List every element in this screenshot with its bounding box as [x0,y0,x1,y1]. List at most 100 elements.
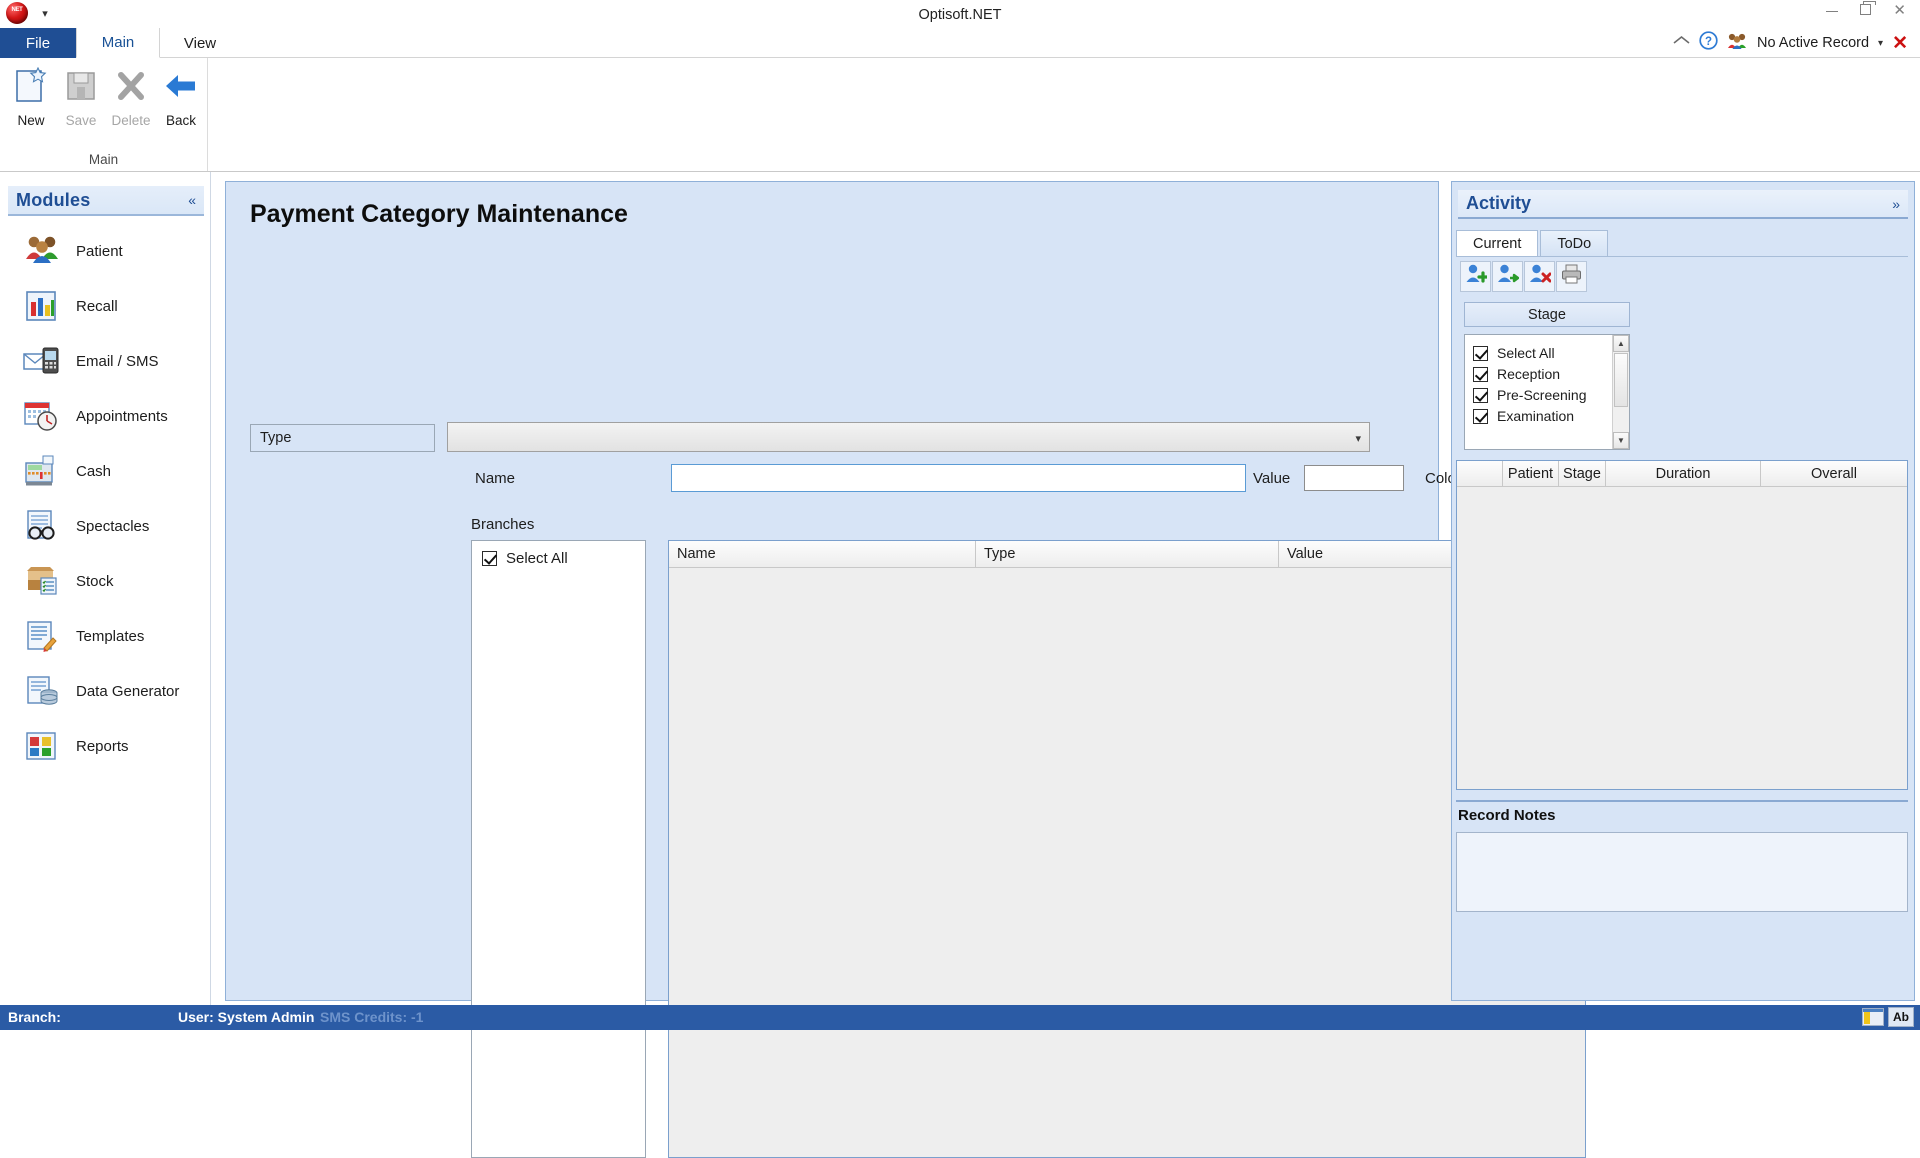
stage-item-pre-screening[interactable]: Pre-Screening [1465,382,1612,403]
window-icon[interactable] [1862,1008,1884,1026]
sidebar-item-appointments[interactable]: Appointments [0,389,210,444]
sidebar-item-label: Recall [76,298,118,315]
sidebar-item-email-sms[interactable]: Email / SMS [0,334,210,389]
checkbox-icon[interactable] [1473,346,1488,361]
column-header-patient[interactable]: Patient [1503,461,1559,486]
window-controls[interactable]: ✕ [1826,3,1906,18]
home-icon[interactable] [1673,34,1690,53]
move-person-button[interactable] [1492,261,1523,292]
save-button[interactable]: Save [56,64,106,128]
cash-register-icon [22,453,64,491]
restore-button[interactable] [1860,3,1871,18]
restore-icon [1860,4,1871,15]
activity-title: Activity [1466,193,1531,214]
scroll-up-icon[interactable]: ▲ [1613,335,1629,352]
remove-person-button[interactable] [1524,261,1555,292]
sidebar-item-label: Spectacles [76,518,149,535]
branches-grid-header: Name Type Value [669,541,1585,568]
sidebar-item-data-generator[interactable]: Data Generator [0,664,210,719]
column-header-stage[interactable]: Stage [1559,461,1606,486]
branches-label: Branches [471,516,534,533]
expand-panel-icon[interactable]: » [1892,196,1900,212]
sidebar-item-label: Email / SMS [76,353,159,370]
sidebar-item-templates[interactable]: Templates [0,609,210,664]
ribbon-tab-bar: File Main View ? No Active Record ▾ ✕ [0,28,1920,58]
column-header-overall[interactable]: Overall [1761,461,1907,486]
checkbox-icon[interactable] [482,551,497,566]
sidebar-item-stock[interactable]: Stock [0,554,210,609]
stage-list-scrollbar[interactable]: ▲ ▼ [1612,335,1629,449]
activity-tabs: Current ToDo [1456,230,1610,256]
sidebar-item-recall[interactable]: Recall [0,279,210,334]
delete-button[interactable]: Delete [106,64,156,128]
stage-item-examination[interactable]: Examination [1465,403,1612,424]
add-person-button[interactable] [1460,261,1491,292]
stage-item-reception[interactable]: Reception [1465,361,1612,382]
activity-grid[interactable]: Patient Stage Duration Overall [1456,460,1908,790]
activity-header: Activity » [1458,190,1908,219]
minimize-button[interactable] [1826,3,1838,18]
stage-filter-list[interactable]: Select All Reception Pre-Screening Exami… [1464,334,1630,450]
branch-select-all-label: Select All [506,550,568,567]
tab-main[interactable]: Main [76,28,160,58]
column-header-name[interactable]: Name [669,541,976,567]
stage-item-label: Pre-Screening [1497,387,1587,403]
collapse-sidebar-icon[interactable]: « [188,192,196,208]
scrollbar-track[interactable] [1613,408,1629,432]
column-header-blank[interactable] [1457,461,1503,486]
modules-title: Modules [16,190,90,211]
database-icon [22,673,64,711]
stage-header: Stage [1464,302,1630,327]
record-dropdown-icon[interactable]: ▾ [1878,38,1883,49]
sidebar-item-label: Patient [76,243,123,260]
type-dropdown[interactable]: ▾ [447,422,1370,452]
sidebar-item-label: Templates [76,628,144,645]
tab-current[interactable]: Current [1456,230,1538,256]
column-header-type[interactable]: Type [976,541,1279,567]
name-label: Name [475,470,515,487]
tab-todo[interactable]: ToDo [1540,230,1608,256]
patients-group-icon [22,233,64,271]
record-status-area[interactable]: ? No Active Record ▾ ✕ [1673,31,1908,55]
scroll-down-icon[interactable]: ▼ [1613,432,1629,449]
record-notes-box[interactable] [1456,832,1908,912]
help-question-icon[interactable]: ? [1699,31,1718,55]
close-record-icon[interactable]: ✕ [1892,34,1908,53]
name-input[interactable] [671,464,1246,492]
printer-icon [1560,263,1583,289]
templates-pencil-icon [22,618,64,656]
checkbox-icon[interactable] [1473,409,1488,424]
checkbox-icon[interactable] [1473,367,1488,382]
branches-grid[interactable]: Name Type Value [668,540,1586,1158]
tab-file[interactable]: File [0,28,76,58]
activity-grid-header: Patient Stage Duration Overall [1457,461,1907,487]
column-header-duration[interactable]: Duration [1606,461,1761,486]
sidebar-item-spectacles[interactable]: Spectacles [0,499,210,554]
print-button[interactable] [1556,261,1587,292]
stage-item-select-all[interactable]: Select All [1465,340,1612,361]
new-button-label: New [17,113,44,128]
active-record-label: No Active Record [1757,35,1869,51]
sidebar-item-reports[interactable]: Reports [0,719,210,774]
spectacles-icon [22,508,64,546]
ribbon: New Save Delete [0,58,1920,172]
scrollbar-thumb[interactable] [1614,353,1628,407]
tab-view[interactable]: View [160,28,240,58]
branch-select-all-row[interactable]: Select All [472,541,645,567]
ab-spellcheck-icon[interactable]: Ab [1888,1007,1914,1027]
add-person-icon [1464,263,1487,289]
chevron-down-icon: ▾ [1355,432,1361,445]
back-button[interactable]: Back [156,64,206,128]
branches-select-list[interactable]: Select All [471,540,646,1158]
sidebar-item-patient[interactable]: Patient [0,224,210,279]
record-notes-title: Record Notes [1458,807,1556,824]
close-button[interactable]: ✕ [1893,3,1906,18]
value-input[interactable] [1304,465,1404,491]
new-button[interactable]: New [6,64,56,128]
checkbox-icon[interactable] [1473,388,1488,403]
calendar-clock-icon [22,398,64,436]
sidebar-item-cash[interactable]: Cash [0,444,210,499]
stage-item-label: Examination [1497,408,1574,424]
delete-cross-icon [114,64,148,110]
sidebar-item-label: Reports [76,738,129,755]
